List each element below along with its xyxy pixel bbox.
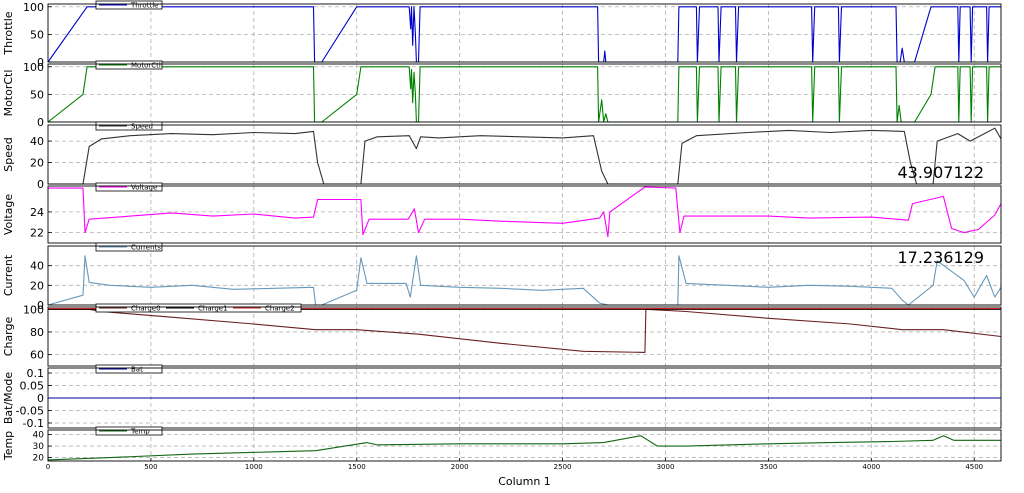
y-tick-label: 0 (37, 116, 44, 129)
y-tick-label: 100 (23, 1, 44, 14)
legend-label-charge0: Charge0 (131, 305, 161, 313)
y-tick-label: 0.1 (27, 367, 45, 380)
y-tick-label: 80 (30, 326, 44, 339)
value-readout: 17.236129 (897, 248, 984, 267)
y-tick-label: 50 (30, 28, 44, 41)
y-tick-label: -0.05 (16, 405, 44, 418)
panel-background (48, 307, 1001, 366)
y-tick-label: 20 (30, 279, 44, 292)
y-tick-label: 100 (23, 303, 44, 316)
legend-label-voltage: Voltage (131, 184, 157, 192)
x-tick-label: 0 (46, 463, 50, 471)
y-axis-label: Bat/Mode (2, 372, 15, 425)
legend-label-throttle: Throttle (130, 2, 158, 10)
legend-label-motorctl: MotorCtl (131, 62, 161, 70)
legend-label-temp: Temp (130, 428, 150, 436)
panel-speed: 0 20 40 Speed 43.907122 Speed (2, 121, 1002, 191)
panel-throttle: 050100 ThrottleThrottle (2, 0, 1002, 69)
y-axis-label: Voltage (2, 194, 15, 235)
legend-label-currents: Currents (131, 244, 161, 252)
x-tick-label: 4000 (862, 463, 880, 471)
y-axis-label: MotorCtl (2, 70, 15, 117)
y-tick-label: 22 (30, 227, 44, 240)
value-readout: 43.907122 (897, 163, 984, 182)
panel-background (48, 4, 1001, 62)
panel-motorctl: 0 50 100 MotorCtl MotorCtl (2, 60, 1002, 129)
multi-panel-line-chart: 0 50 100 Throttle Throttle 0 50 100 MotorCtl Moto… (2, 0, 1002, 488)
x-tick-label: 1000 (245, 463, 263, 471)
legend-label-speed: Speed (131, 123, 153, 131)
x-tick-label: 500 (144, 463, 157, 471)
y-tick-label: 0 (37, 178, 44, 191)
x-tick-label: 3500 (759, 463, 777, 471)
x-tick-label: 1500 (348, 463, 366, 471)
panel-temp: 20 3040 Temp Temp (2, 426, 1002, 464)
y-axis-label: Temp (2, 431, 15, 461)
y-tick-label: 0 (37, 392, 44, 405)
panel-background (48, 64, 1001, 122)
y-tick-label: 20 (33, 454, 45, 464)
y-tick-label: 24 (30, 206, 44, 219)
y-tick-label: 100 (23, 61, 44, 74)
legend-label-charge2: Charge2 (265, 305, 295, 313)
y-axis-label: Charge (2, 317, 15, 357)
panel-background (48, 246, 1001, 305)
y-tick-label: 50 (30, 88, 44, 101)
y-tick-label: 40 (33, 431, 45, 441)
panel-batmode: -0.1-0.0500.050.1 Bat Bat/Mode (2, 364, 1002, 430)
y-tick-label: 0.05 (20, 380, 45, 393)
y-tick-label: 20 (30, 157, 44, 170)
y-tick-label: 40 (30, 260, 44, 273)
y-tick-label: 30 (33, 442, 45, 452)
x-tick-label: 3000 (657, 463, 675, 471)
y-tick-label: 40 (30, 135, 44, 148)
legend-label-bat: Bat (131, 366, 143, 374)
x-axis-label: Column 1 (498, 475, 551, 488)
y-tick-label: -0.1 (23, 417, 44, 430)
x-tick-label: 4500 (965, 463, 983, 471)
panel-voltage: 22 24 Voltage Voltage (2, 182, 1002, 244)
y-axis-label: Current (2, 254, 15, 296)
y-axis-label: Speed (2, 137, 15, 171)
legend-label-charge1: Charge1 (198, 305, 228, 313)
panel-current: 02040Currents17.236129Current (2, 242, 1002, 312)
y-axis-label: Throttle (2, 11, 15, 55)
y-tick-label: 60 (30, 349, 44, 362)
panel-charge: 60 80 100 Charge0 Charge1 Charge2 Charge (2, 303, 1002, 367)
x-tick-label: 2500 (554, 463, 572, 471)
x-tick-label: 2000 (451, 463, 469, 471)
